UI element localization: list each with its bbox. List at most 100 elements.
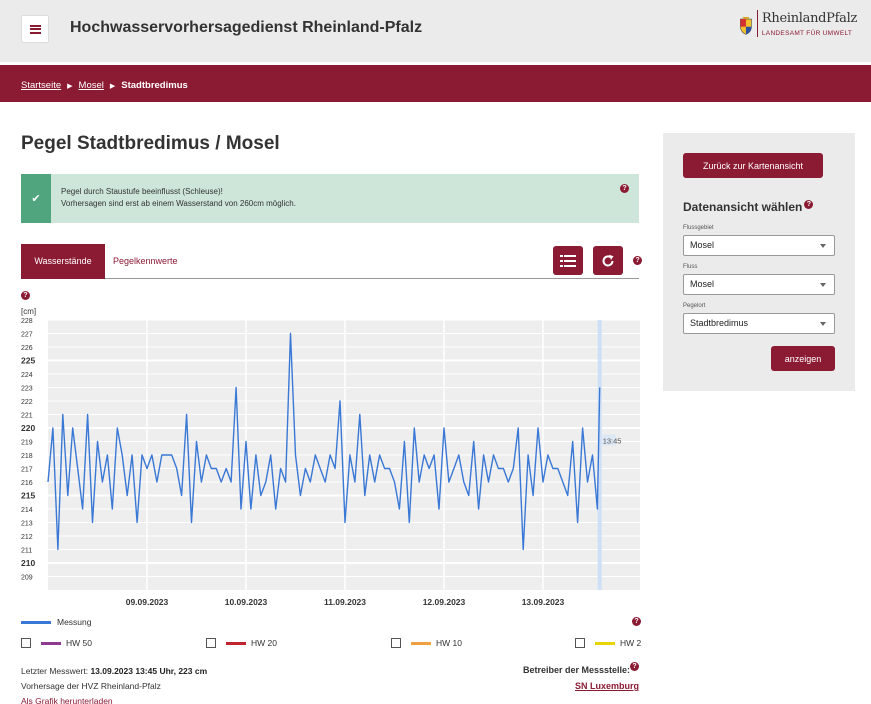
breadcrumb-current: Stadtbredimus [121,80,188,91]
chart-tabs: Wasserstände Pegelkennwerte ? [21,244,642,279]
measurement-info: Letzter Messwert: 13.09.2023 13:45 Uhr, … [21,664,207,704]
hw-20-checkbox[interactable] [206,638,216,648]
top-header: Hochwasservorhersagedienst Rheinland-Pfa… [0,0,871,62]
y-tick-label: 210 [21,558,35,568]
check-icon: ✔ [21,174,51,223]
pegelort-label: Pegelort [683,303,706,309]
water-level-chart[interactable]: [cm] 228 227 226 225 224 223 222 221 220 219 218 217… [18,300,643,620]
y-tick-label: 212 [21,534,33,541]
hw-50-swatch [41,641,61,645]
panel-help-icon[interactable]: ? [804,200,814,209]
y-tick-label: 220 [21,423,35,433]
data-view-panel: Zurück zur Kartenansicht Datenansicht wä… [663,133,855,391]
x-tick-label: 09.09.2023 [126,597,169,607]
hw-2-label: HW 2 [620,638,642,648]
logo-title: RheinlandPfalz [761,11,857,26]
breadcrumb-separator-icon: ▶ [109,82,116,90]
flussgebiet-label: Flussgebiet [683,225,714,231]
download-graphic-link[interactable]: Als Grafik herunterladen [21,696,113,704]
operator-label: Betreiber der Messstelle: [522,665,630,675]
legend-messung[interactable]: Messung [21,617,92,627]
show-button[interactable]: anzeigen [771,346,835,371]
hw-2-swatch [595,641,615,645]
hamburger-menu-icon [29,24,41,34]
y-axis-unit: [cm] [21,307,36,316]
y-tick-label: 216 [21,480,33,487]
breadcrumb: Startseite ▶ Mosel ▶ Stadtbredimus [21,80,188,91]
legend-messung-label: Messung [57,617,92,627]
marker-time-label: 13:45 [603,437,622,446]
hw-20-label: HW 20 [251,638,277,648]
tab-pegelkennwerte[interactable]: Pegelkennwerte [113,244,178,279]
fluss-label: Fluss [683,264,698,270]
hw-50-checkbox[interactable] [21,638,31,648]
breadcrumb-bar: Startseite ▶ Mosel ▶ Stadtbredimus [0,62,871,102]
page-title: Pegel Stadtbredimus / Mosel [21,133,280,154]
breadcrumb-startseite[interactable]: Startseite [21,80,61,91]
y-tick-label: 221 [21,413,33,420]
x-tick-label: 13.09.2023 [522,597,565,607]
notice-box: ✔ Pegel durch Staustufe beeinflusst (Sch… [21,174,639,223]
menu-button[interactable] [21,15,49,43]
chart-help-icon[interactable]: ? [21,291,30,300]
y-tick-label: 228 [21,318,33,325]
panel-heading-text: Datenansicht wählen [683,200,803,214]
operator-help-icon[interactable]: ? [630,662,639,671]
hw-20-swatch [226,641,246,645]
y-tick-label: 222 [21,399,33,406]
x-tick-label: 12.09.2023 [423,597,466,607]
y-tick-label: 224 [21,372,33,379]
pegelort-value: Stadtbredimus [690,318,749,328]
y-tick-label: 209 [21,575,33,582]
y-tick-label: 214 [21,507,33,514]
hw-20-toggle[interactable]: HW 20 [206,638,277,648]
hw-50-toggle[interactable]: HW 50 [21,638,92,648]
last-value-label: Letzter Messwert: [21,666,91,676]
legend-line-swatch [21,620,51,624]
x-tick-label: 11.09.2023 [324,597,366,607]
y-tick-label: 217 [21,467,33,474]
y-tick-label: 227 [21,332,33,339]
list-view-button[interactable] [553,246,583,275]
notice-line-1: Pegel durch Staustufe beeinflusst (Schle… [61,187,223,196]
back-to-map-button[interactable]: Zurück zur Kartenansicht [683,153,823,178]
chart-svg: [cm] 228 227 226 225 224 223 222 221 220 219 218 217… [21,307,640,607]
chevron-down-icon [820,322,826,326]
operator-link[interactable]: SN Luxemburg [575,681,639,691]
operator-info: Betreiber der Messstelle:? SN Luxemburg [523,662,639,694]
reload-button[interactable] [593,246,623,275]
list-icon [560,254,576,267]
help-icon[interactable]: ? [620,184,629,193]
hw-10-swatch [411,641,431,645]
hw-10-checkbox[interactable] [391,638,401,648]
notice-line-2: Vorhersagen sind erst ab einem Wassersta… [61,199,296,208]
hw-10-toggle[interactable]: HW 10 [391,638,462,648]
breadcrumb-mosel[interactable]: Mosel [79,80,104,91]
logo[interactable]: RheinlandPfalz LANDESAMT FÜR UMWELT [739,10,857,46]
y-tick-label: 213 [21,521,33,528]
site-title: Hochwasservorhersagedienst Rheinland-Pfa… [70,19,423,36]
y-tick-label: 219 [21,440,33,447]
logo-subtitle: LANDESAMT FÜR UMWELT [761,30,853,37]
legend-help-icon[interactable]: ? [632,617,641,626]
y-tick-label: 225 [21,356,35,366]
forecast-text: Vorhersage der HVZ Rheinland-Pfalz [21,681,161,691]
panel-heading: Datenansicht wählen ? [683,200,814,214]
flussgebiet-select[interactable]: Mosel [683,235,835,256]
hw-2-toggle[interactable]: HW 2 [575,638,641,648]
tab-wasserstaende[interactable]: Wasserstände [21,244,105,279]
breadcrumb-separator-icon: ▶ [67,82,73,90]
x-tick-label: 10.09.2023 [225,597,268,607]
coat-of-arms-icon [740,16,752,35]
y-tick-label: 211 [21,548,32,555]
help-icon[interactable]: ? [633,256,642,265]
reload-icon [602,254,614,266]
chevron-down-icon [820,283,826,287]
hw-2-checkbox[interactable] [575,638,585,648]
y-tick-label: 218 [21,453,33,460]
hw-50-label: HW 50 [66,638,92,648]
pegelort-select[interactable]: Stadtbredimus [683,313,835,334]
hw-10-label: HW 10 [436,638,462,648]
fluss-select[interactable]: Mosel [683,274,835,295]
y-tick-label: 215 [21,491,35,501]
